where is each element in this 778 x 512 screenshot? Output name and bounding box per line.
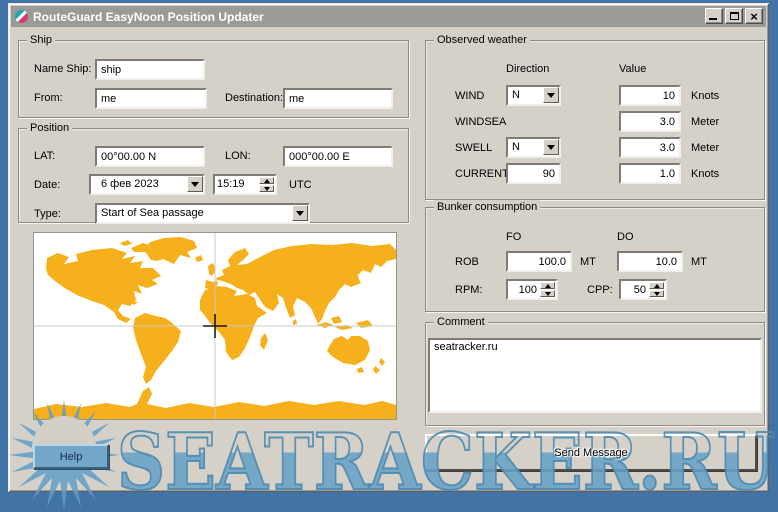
rpm-spinner[interactable]: 100 bbox=[506, 279, 558, 300]
date-label: Date: bbox=[34, 179, 60, 191]
world-map-svg bbox=[34, 233, 396, 419]
time-value: 15:19 bbox=[217, 178, 245, 190]
chevron-down-icon bbox=[547, 145, 555, 150]
send-message-button[interactable]: Send Message bbox=[425, 434, 757, 471]
name-ship-input[interactable] bbox=[95, 59, 205, 80]
cpp-spinner-up[interactable] bbox=[649, 282, 664, 289]
observed-weather-legend: Observed weather bbox=[434, 33, 530, 47]
rpm-value: 100 bbox=[519, 284, 537, 296]
swell-direction-value: N bbox=[512, 141, 520, 153]
app-icon bbox=[15, 10, 28, 23]
chevron-down-icon bbox=[296, 211, 304, 216]
rpm-spinner-up[interactable] bbox=[540, 282, 555, 289]
close-icon: × bbox=[750, 10, 758, 23]
app-window: RouteGuard EasyNoon Position Updater × S… bbox=[8, 3, 769, 492]
cpp-label: CPP: bbox=[587, 284, 613, 296]
do-unit-label: MT bbox=[691, 256, 707, 268]
current-value-input[interactable] bbox=[619, 163, 681, 184]
windsea-label: WINDSEA bbox=[455, 116, 506, 128]
type-dropdown[interactable]: Start of Sea passage bbox=[95, 203, 310, 224]
lon-input[interactable] bbox=[283, 146, 393, 167]
help-label: Help bbox=[60, 451, 83, 463]
date-value: 6 фев 2023 bbox=[101, 178, 159, 190]
time-spinner-up[interactable] bbox=[259, 177, 274, 184]
chevron-down-icon bbox=[191, 182, 199, 187]
cpp-spinner[interactable]: 50 bbox=[619, 279, 667, 300]
rpm-spinner-down[interactable] bbox=[540, 290, 555, 297]
type-label: Type: bbox=[34, 208, 61, 220]
fo-header: FO bbox=[506, 231, 521, 243]
date-dropdown[interactable]: 6 фев 2023 bbox=[89, 174, 205, 195]
spinner-down-icon bbox=[264, 187, 270, 191]
close-button[interactable]: × bbox=[745, 8, 763, 24]
comment-textarea[interactable]: seatracker.ru bbox=[428, 338, 762, 413]
fo-unit-label: MT bbox=[580, 256, 596, 268]
type-dropdown-button[interactable] bbox=[292, 205, 308, 221]
wind-value-input[interactable] bbox=[619, 85, 681, 106]
position-group-legend: Position bbox=[27, 121, 72, 135]
lat-label: LAT: bbox=[34, 150, 55, 162]
wind-unit-label: Knots bbox=[691, 90, 719, 102]
windsea-value-input[interactable] bbox=[619, 111, 681, 132]
from-input[interactable] bbox=[95, 88, 207, 109]
wind-direction-dropdown[interactable]: N bbox=[506, 85, 561, 106]
lon-label: LON: bbox=[225, 150, 251, 162]
wind-label: WIND bbox=[455, 90, 484, 102]
time-spinner[interactable]: 15:19 bbox=[213, 174, 277, 195]
fo-rob-input[interactable] bbox=[506, 251, 572, 272]
minimize-icon bbox=[709, 18, 717, 20]
bunker-legend: Bunker consumption bbox=[434, 200, 540, 214]
current-unit-label: Knots bbox=[691, 168, 719, 180]
swell-label: SWELL bbox=[455, 142, 492, 154]
spinner-up-icon bbox=[654, 284, 660, 288]
comment-legend: Comment bbox=[434, 315, 488, 329]
cpp-value: 50 bbox=[634, 284, 646, 296]
do-rob-input[interactable] bbox=[617, 251, 683, 272]
name-ship-label: Name Ship: bbox=[34, 63, 91, 75]
type-value: Start of Sea passage bbox=[101, 207, 204, 219]
current-direction-input[interactable] bbox=[506, 163, 561, 184]
world-map[interactable] bbox=[33, 232, 397, 420]
wind-direction-value: N bbox=[512, 89, 520, 101]
send-message-label: Send Message bbox=[554, 447, 627, 459]
ship-group-legend: Ship bbox=[27, 33, 55, 47]
swell-direction-dropdown[interactable]: N bbox=[506, 137, 561, 158]
cpp-spinner-down[interactable] bbox=[649, 290, 664, 297]
window-title: RouteGuard EasyNoon Position Updater bbox=[33, 10, 264, 24]
maximize-icon bbox=[730, 12, 739, 20]
spinner-up-icon bbox=[545, 284, 551, 288]
rob-label: ROB bbox=[455, 256, 479, 268]
minimize-button[interactable] bbox=[705, 8, 723, 24]
swell-value-input[interactable] bbox=[619, 137, 681, 158]
windsea-unit-label: Meter bbox=[691, 116, 719, 128]
title-bar[interactable]: RouteGuard EasyNoon Position Updater × bbox=[11, 6, 766, 27]
destination-input[interactable] bbox=[283, 88, 393, 109]
destination-label: Destination: bbox=[225, 92, 283, 104]
spinner-down-icon bbox=[654, 292, 660, 296]
current-label: CURRENT bbox=[455, 168, 509, 180]
do-header: DO bbox=[617, 231, 634, 243]
swell-unit-label: Meter bbox=[691, 142, 719, 154]
direction-header: Direction bbox=[506, 63, 549, 75]
wind-direction-button[interactable] bbox=[543, 87, 559, 103]
chevron-down-icon bbox=[547, 93, 555, 98]
rpm-label: RPM: bbox=[455, 284, 483, 296]
swell-direction-button[interactable] bbox=[543, 139, 559, 155]
maximize-button[interactable] bbox=[725, 8, 743, 24]
date-dropdown-button[interactable] bbox=[187, 176, 203, 192]
lat-input[interactable] bbox=[95, 146, 205, 167]
help-button[interactable]: Help bbox=[33, 444, 109, 469]
utc-label: UTC bbox=[289, 179, 312, 191]
spinner-down-icon bbox=[545, 292, 551, 296]
time-spinner-down[interactable] bbox=[259, 185, 274, 192]
value-header: Value bbox=[619, 63, 646, 75]
from-label: From: bbox=[34, 92, 63, 104]
spinner-up-icon bbox=[264, 179, 270, 183]
